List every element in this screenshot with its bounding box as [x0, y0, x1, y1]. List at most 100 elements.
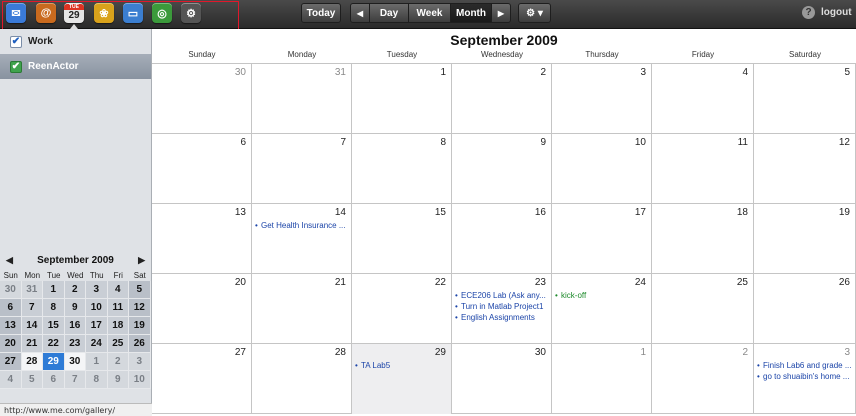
checkbox-icon[interactable]: ✔ — [10, 35, 22, 48]
mini-calendar-day[interactable]: 22 — [43, 335, 65, 353]
mini-calendar-day[interactable]: 30 — [64, 353, 86, 371]
mini-calendar-day[interactable]: 14 — [21, 317, 43, 335]
day-cell[interactable]: 21 — [252, 274, 352, 344]
day-cell[interactable]: 12 — [754, 134, 856, 204]
mini-prev-icon[interactable]: ◀ — [6, 255, 13, 266]
mini-calendar-day[interactable]: 19 — [129, 317, 151, 335]
day-cell[interactable]: 10 — [552, 134, 652, 204]
day-cell[interactable]: 30 — [452, 344, 552, 414]
mini-calendar-day[interactable]: 10 — [86, 299, 108, 317]
mini-calendar-day[interactable]: 30 — [0, 281, 22, 299]
mini-calendar-day[interactable]: 6 — [43, 371, 65, 389]
day-cell[interactable]: 11 — [652, 134, 754, 204]
mini-calendar-day[interactable]: 11 — [107, 299, 129, 317]
mini-calendar-day[interactable]: 2 — [64, 281, 86, 299]
mini-calendar-day[interactable]: 3 — [129, 353, 151, 371]
day-cell[interactable]: 2 — [452, 64, 552, 134]
mini-calendar-day[interactable]: 3 — [86, 281, 108, 299]
day-cell[interactable]: 16 — [452, 204, 552, 274]
day-cell[interactable]: 27 — [152, 344, 252, 414]
day-cell[interactable]: 1 — [552, 344, 652, 414]
mini-calendar-day[interactable]: 28 — [21, 353, 43, 371]
mini-calendar-day[interactable]: 15 — [43, 317, 65, 335]
day-cell[interactable]: 14 • Get Health Insurance ... — [252, 204, 352, 274]
mini-calendar-day[interactable]: 18 — [107, 317, 129, 335]
mini-calendar-day[interactable]: 21 — [21, 335, 43, 353]
gear-menu-button[interactable]: ⚙ ▾ — [518, 3, 551, 23]
mini-calendar-day[interactable]: 9 — [107, 371, 129, 389]
mini-calendar-day[interactable]: 6 — [0, 299, 22, 317]
mini-calendar-day[interactable]: 5 — [129, 281, 151, 299]
day-cell[interactable]: 5 — [754, 64, 856, 134]
month-view-button[interactable]: Month — [450, 3, 492, 23]
mini-calendar-day[interactable]: 20 — [0, 335, 22, 353]
calendar-event[interactable]: • ECE206 Lab (Ask any... — [455, 291, 549, 300]
mini-calendar-day[interactable]: 2 — [107, 353, 129, 371]
checkbox-icon[interactable]: ✔ — [10, 60, 22, 73]
week-view-button[interactable]: Week — [408, 3, 451, 23]
help-icon[interactable]: ? — [802, 6, 815, 19]
mini-calendar-day[interactable]: 8 — [86, 371, 108, 389]
day-cell[interactable]: 7 — [252, 134, 352, 204]
mini-calendar-day[interactable]: 4 — [0, 371, 22, 389]
calendar-event[interactable]: • Turn in Matlab Project1 — [455, 302, 549, 311]
calendar-event[interactable]: • English Assignments — [455, 313, 549, 322]
day-cell[interactable]: 25 — [652, 274, 754, 344]
mini-calendar-day[interactable]: 1 — [43, 281, 65, 299]
mini-calendar-day[interactable]: 29 — [43, 353, 65, 371]
mini-calendar-day[interactable]: 9 — [64, 299, 86, 317]
calendar-event[interactable]: • TA Lab5 — [355, 361, 449, 370]
day-cell[interactable]: 18 — [652, 204, 754, 274]
mini-calendar-day[interactable]: 26 — [129, 335, 151, 353]
calendar-event[interactable]: • kick-off — [555, 291, 649, 300]
day-cell[interactable]: 4 — [652, 64, 754, 134]
mini-calendar-day[interactable]: 25 — [107, 335, 129, 353]
mini-calendar-day[interactable]: 10 — [129, 371, 151, 389]
calendar-event[interactable]: • go to shuaibin's home ... — [757, 372, 853, 381]
today-button[interactable]: Today — [301, 3, 341, 23]
mini-calendar-day[interactable]: 13 — [0, 317, 22, 335]
mini-calendar-day[interactable]: 7 — [21, 299, 43, 317]
day-cell[interactable]: 22 — [352, 274, 452, 344]
day-cell[interactable]: 3 — [552, 64, 652, 134]
day-cell[interactable]: 3 • Finish Lab6 and grade ... • go to shuaib… — [754, 344, 856, 414]
day-cell[interactable]: 23 • ECE206 Lab (Ask any... • Turn in Matlab… — [452, 274, 552, 344]
day-view-button[interactable]: Day — [369, 3, 409, 23]
day-cell[interactable]: 30 — [152, 64, 252, 134]
day-cell[interactable]: 29 • TA Lab5 — [352, 344, 452, 414]
day-cell[interactable]: 6 — [152, 134, 252, 204]
mini-calendar-day[interactable]: 4 — [107, 281, 129, 299]
mini-calendar-day[interactable]: 16 — [64, 317, 86, 335]
mini-calendar-day[interactable]: 7 — [64, 371, 86, 389]
day-cell[interactable]: 15 — [352, 204, 452, 274]
logout-link[interactable]: logout — [821, 7, 852, 18]
calendar-item-work[interactable]: ✔ Work — [0, 29, 151, 54]
prev-period-button[interactable]: ◀ — [350, 3, 370, 23]
day-cell[interactable]: 1 — [352, 64, 452, 134]
mini-calendar-day[interactable]: 31 — [21, 281, 43, 299]
day-cell[interactable]: 19 — [754, 204, 856, 274]
mini-calendar-day[interactable]: 23 — [64, 335, 86, 353]
day-cell[interactable]: 2 — [652, 344, 754, 414]
calendar-item-reenactor[interactable]: ✔ ReenActor — [0, 54, 151, 79]
day-cell[interactable]: 24 • kick-off — [552, 274, 652, 344]
next-period-button[interactable]: ▶ — [491, 3, 511, 23]
calendar-event[interactable]: • Get Health Insurance ... — [255, 221, 349, 230]
day-cell[interactable]: 28 — [252, 344, 352, 414]
mini-calendar-day[interactable]: 17 — [86, 317, 108, 335]
mini-calendar-day[interactable]: 1 — [86, 353, 108, 371]
day-cell[interactable]: 31 — [252, 64, 352, 134]
mini-calendar-day[interactable]: 12 — [129, 299, 151, 317]
day-cell[interactable]: 17 — [552, 204, 652, 274]
day-cell[interactable]: 13 — [152, 204, 252, 274]
day-cell[interactable]: 9 — [452, 134, 552, 204]
mini-calendar-day[interactable]: 24 — [86, 335, 108, 353]
mini-calendar-day[interactable]: 27 — [0, 353, 22, 371]
day-cell[interactable]: 20 — [152, 274, 252, 344]
mini-calendar-day[interactable]: 8 — [43, 299, 65, 317]
calendar-event[interactable]: • Finish Lab6 and grade ... — [757, 361, 853, 370]
mini-next-icon[interactable]: ▶ — [138, 255, 145, 266]
day-cell[interactable]: 26 — [754, 274, 856, 344]
day-cell[interactable]: 8 — [352, 134, 452, 204]
mini-calendar-day[interactable]: 5 — [21, 371, 43, 389]
